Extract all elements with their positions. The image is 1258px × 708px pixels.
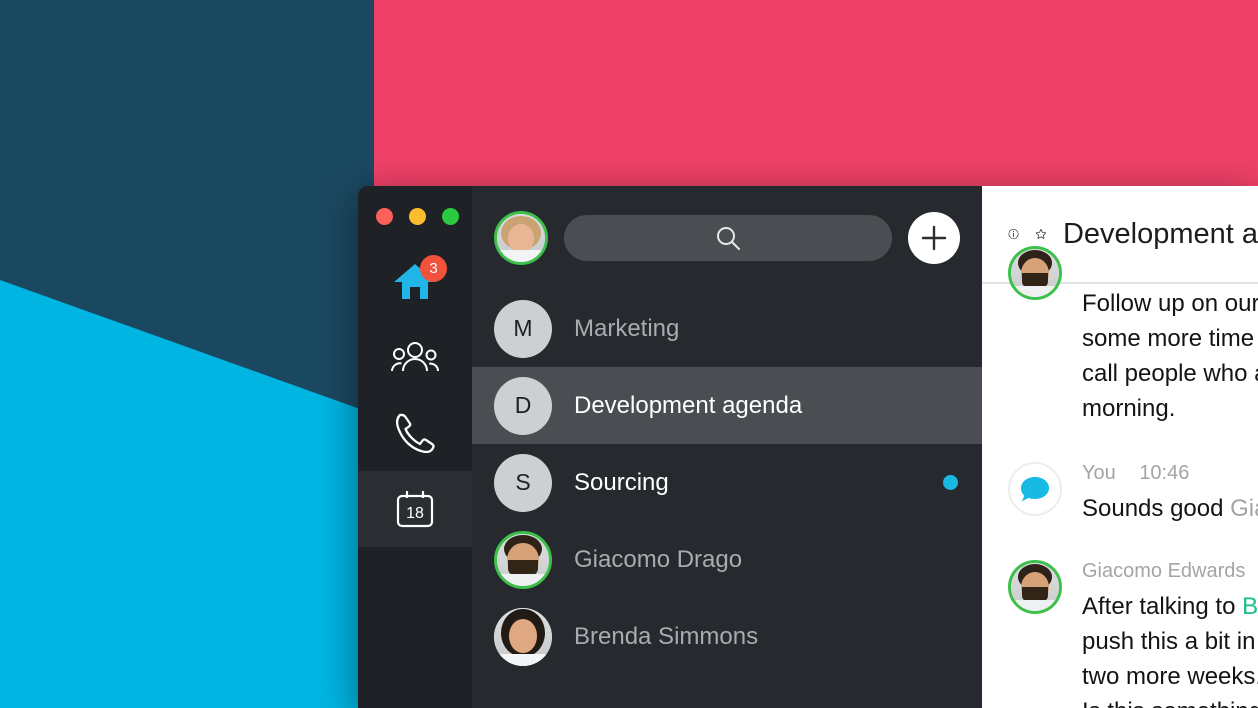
close-button[interactable] <box>376 208 393 225</box>
sidebar-item-calls[interactable] <box>358 395 472 471</box>
list-item[interactable]: Brenda Simmons <box>472 598 982 675</box>
message-line: push this a bit in t <box>1082 628 1258 655</box>
message-author: You <box>1082 462 1116 484</box>
info-circle-icon[interactable] <box>1008 221 1019 247</box>
list-item[interactable]: Giacomo Drago <box>472 521 982 598</box>
message-line: Follow up on our <box>1082 290 1258 317</box>
message-body: Follow up on our some more time call peo… <box>1082 286 1258 426</box>
home-unread-badge: 3 <box>420 255 447 282</box>
sidebar-item-home[interactable]: 3 <box>358 243 472 319</box>
phone-icon <box>396 413 435 454</box>
message-body: You 10:46 Sounds good Gia <box>1082 462 1258 526</box>
conversation-list-panel: M Marketing D Development agenda S Sourc… <box>472 186 982 708</box>
sidebar-rail: 3 18 <box>358 186 472 708</box>
avatar: D <box>494 376 552 435</box>
conversation-name: Giacomo Drago <box>574 545 743 573</box>
message-time: 10:46 <box>1139 462 1190 484</box>
message-line: call people who a <box>1082 360 1258 387</box>
conversation-name: Development agenda <box>574 391 803 419</box>
message-meta: Giacomo Edwards <box>1082 560 1258 583</box>
window-controls[interactable] <box>358 200 472 225</box>
chat-pane: Development a Follow up on our some more… <box>982 186 1258 708</box>
avatar <box>494 530 552 589</box>
message-line: morning. <box>1082 395 1176 422</box>
contact-photo <box>497 533 549 586</box>
message-meta: You 10:46 <box>1082 462 1258 485</box>
message-author: Giacomo Edwards <box>1082 560 1246 582</box>
message-item: Giacomo Edwards After talking to Ba push… <box>982 540 1258 708</box>
unread-indicator <box>943 475 958 490</box>
message-text-muted: Gia <box>1230 495 1258 522</box>
message-line: two more weeks. <box>1082 663 1258 690</box>
search-icon <box>717 227 740 250</box>
sender-photo <box>1011 563 1059 611</box>
app-window: 3 18 M Marketing D Development agenda S … <box>358 186 1258 708</box>
sidebar-item-calendar[interactable]: 18 <box>358 471 472 547</box>
message-item: You 10:46 Sounds good Gia <box>982 440 1258 540</box>
chat-bubble-icon <box>1021 477 1049 502</box>
list-header <box>472 186 982 290</box>
avatar <box>1008 560 1062 614</box>
message-body: Giacomo Edwards After talking to Ba push… <box>1082 560 1258 708</box>
message-text-plain: After talking to <box>1082 593 1243 620</box>
zoom-button[interactable] <box>442 208 459 225</box>
conversation-name: Brenda Simmons <box>574 622 759 650</box>
page-title: Development a <box>1062 217 1258 250</box>
star-icon[interactable] <box>1035 220 1047 248</box>
conversation-name: Marketing <box>574 314 680 342</box>
minimize-button[interactable] <box>409 208 426 225</box>
avatar: M <box>494 299 552 358</box>
avatar <box>1008 246 1062 300</box>
avatar: S <box>494 453 552 512</box>
message-line: After talking to Ba <box>1082 589 1258 624</box>
mention-link[interactable]: Ba <box>1242 593 1258 620</box>
avatar <box>494 607 552 666</box>
message-list: Follow up on our some more time call peo… <box>982 246 1258 708</box>
sidebar-item-contacts[interactable] <box>358 319 472 395</box>
message-line: some more time <box>1082 325 1255 352</box>
message-line: Is this something <box>1082 694 1258 708</box>
message-text-plain: Sounds good <box>1082 495 1231 522</box>
contacts-icon <box>391 342 439 372</box>
avatar <box>1008 462 1062 516</box>
message-line: Sounds good Gia <box>1082 491 1258 526</box>
contact-photo <box>494 607 552 666</box>
calendar-icon: 18 <box>396 491 434 528</box>
sender-photo <box>1011 249 1059 297</box>
avatar[interactable] <box>494 211 548 265</box>
list-item[interactable]: M Marketing <box>472 290 982 367</box>
user-photo <box>497 214 545 262</box>
plus-icon <box>921 225 947 251</box>
svg-text:18: 18 <box>406 505 424 522</box>
list-item[interactable]: S Sourcing <box>472 444 982 521</box>
add-conversation-button[interactable] <box>908 212 960 264</box>
list-item[interactable]: D Development agenda <box>472 367 982 444</box>
message-item: Follow up on our some more time call peo… <box>982 246 1258 440</box>
search-input[interactable] <box>564 215 892 261</box>
conversation-name: Sourcing <box>574 468 669 496</box>
